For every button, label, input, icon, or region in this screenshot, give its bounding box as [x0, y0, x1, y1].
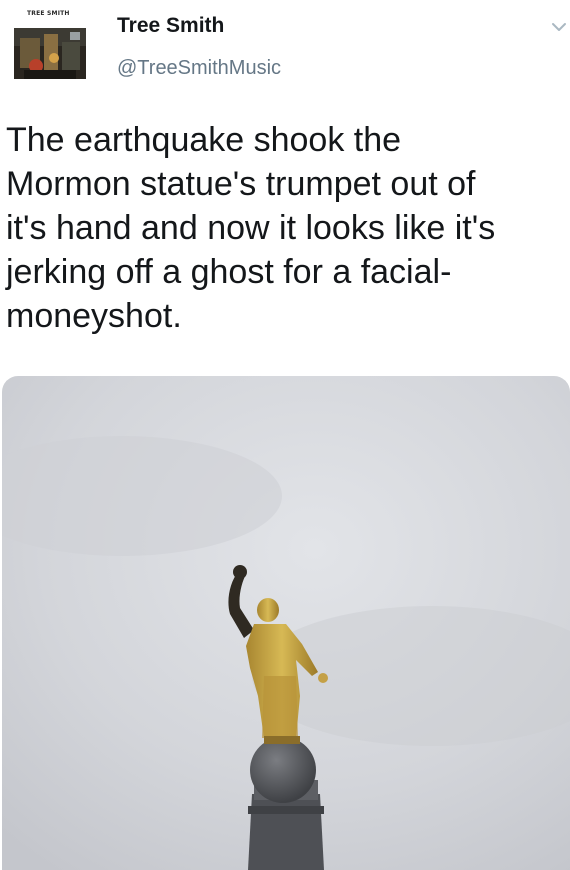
display-name[interactable]: Tree Smith	[117, 14, 224, 38]
tweet-text-line: The earthquake shook the	[6, 121, 402, 159]
avatar-caption: TREE SMITH	[27, 10, 70, 17]
tweet-card: TREE SMITH Tree Smith @TreeSmithMusic Th…	[0, 0, 570, 870]
avatar-image	[14, 28, 86, 79]
tweet-text-line: jerking off a ghost for a facial-	[6, 253, 452, 291]
tweet-text-line: moneyshot.	[6, 297, 182, 335]
tweet-text-line: it's hand and now it looks like it's	[6, 209, 496, 247]
tweet-media[interactable]	[2, 376, 570, 870]
tweet-text: The earthquake shook the Mormon statue's…	[6, 118, 566, 338]
user-handle[interactable]: @TreeSmithMusic	[117, 57, 281, 80]
chevron-down-icon[interactable]	[550, 18, 568, 36]
avatar[interactable]: TREE SMITH	[11, 9, 89, 79]
tweet-text-line: Mormon statue's trumpet out of	[6, 165, 476, 203]
statue-photo	[2, 376, 570, 870]
